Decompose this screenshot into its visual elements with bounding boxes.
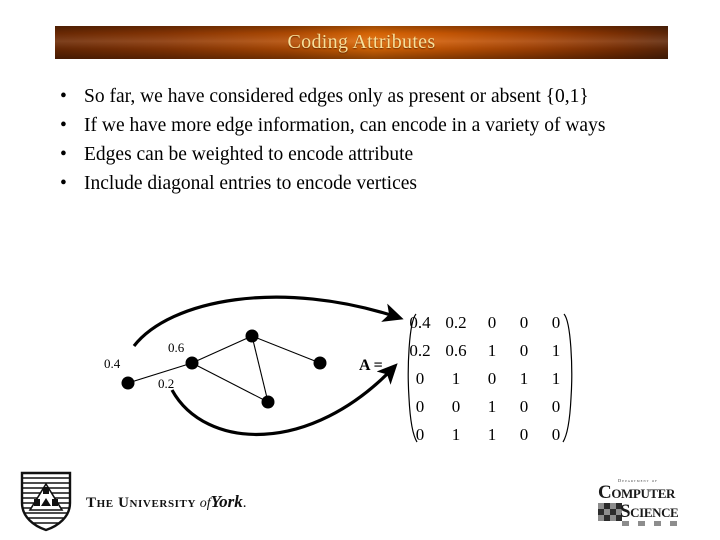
callout-arrow-top bbox=[132, 295, 404, 347]
matrix-cell-4-4: 0 bbox=[552, 425, 561, 444]
york-shield-icon bbox=[20, 471, 72, 532]
bullet-text-2: If we have more edge information, can en… bbox=[84, 115, 606, 136]
page-title: Coding Attributes bbox=[287, 31, 436, 53]
matrix-cell-4-3: 0 bbox=[520, 425, 529, 444]
matrix-cells: 0.4 0.2 0 0 0 0.2 0.6 1 0 1 0 1 0 1 1 0 … bbox=[409, 313, 560, 444]
graph-to-matrix-figure: 0.4 0.6 0.2 A = 0.4 0.2 0 0 0 0.2 0.6 1 … bbox=[0, 268, 720, 468]
slide-canvas: Coding Attributes • So far, we have cons… bbox=[0, 0, 720, 540]
matrix-cell-3-2: 1 bbox=[488, 397, 497, 416]
edge-weight-label-0: 0.4 bbox=[104, 356, 121, 371]
bullet-text-3: Edges can be weighted to encode attribut… bbox=[84, 144, 414, 165]
matrix-cell-1-4: 1 bbox=[552, 341, 561, 360]
matrix-cell-2-0: 0 bbox=[416, 369, 425, 388]
matrix-cell-0-2: 0 bbox=[488, 313, 497, 332]
graph-node-2 bbox=[185, 356, 199, 370]
matrix-cell-2-1: 1 bbox=[452, 369, 461, 388]
edge-weight-label-2: 0.2 bbox=[158, 376, 174, 391]
callout-arrow-bottom bbox=[170, 363, 398, 436]
bullet-text-1: So far, we have considered edges only as… bbox=[84, 86, 589, 107]
york-word-the: The bbox=[86, 495, 114, 511]
matrix-cell-3-1: 0 bbox=[452, 397, 461, 416]
matrix-cell-4-1: 1 bbox=[452, 425, 461, 444]
matrix-cell-3-0: 0 bbox=[416, 397, 425, 416]
bullet-item-2: • If we have more edge information, can … bbox=[50, 111, 680, 140]
matrix-bracket-right bbox=[562, 313, 573, 443]
bullet-item-1: • So far, we have considered edges only … bbox=[50, 82, 680, 111]
matrix-cell-1-0: 0.2 bbox=[409, 341, 430, 360]
bullet-item-4: • Include diagonal entries to encode ver… bbox=[50, 169, 680, 198]
bullet-list: • So far, we have considered edges only … bbox=[50, 82, 680, 198]
computer-science-logo: Department of Computer Science bbox=[596, 478, 692, 530]
york-word-university: University bbox=[118, 495, 197, 511]
matrix-cell-1-2: 1 bbox=[488, 341, 497, 360]
bullet-item-3: • Edges can be weighted to encode attrib… bbox=[50, 140, 680, 169]
university-of-york-logo: The University ofYork. bbox=[18, 470, 318, 532]
graph-edge-n2-n4 bbox=[191, 362, 269, 403]
edge-weight-label-1: 0.6 bbox=[168, 340, 185, 355]
matrix-cell-1-1: 0.6 bbox=[445, 341, 466, 360]
matrix-cell-3-3: 0 bbox=[520, 397, 529, 416]
matrix-cell-0-0: 0.4 bbox=[409, 313, 431, 332]
matrix-cell-0-1: 0.2 bbox=[445, 313, 466, 332]
cs-wordmark-science: Science bbox=[620, 501, 679, 522]
matrix-cell-2-2: 0 bbox=[488, 369, 497, 388]
graph-edge-n3-n4 bbox=[251, 335, 269, 403]
bullet-marker-icon: • bbox=[60, 115, 67, 136]
matrix-cell-2-3: 1 bbox=[520, 369, 529, 388]
matrix-cell-1-3: 0 bbox=[520, 341, 529, 360]
graph-edge-n3-n5 bbox=[251, 335, 321, 364]
graph-edges bbox=[127, 335, 321, 403]
matrix-cell-3-4: 0 bbox=[552, 397, 561, 416]
bullet-marker-icon: • bbox=[60, 86, 67, 107]
bullet-marker-icon: • bbox=[60, 144, 67, 165]
cs-wordmark-computer: Computer bbox=[598, 482, 675, 503]
bullet-text-4: Include diagonal entries to encode verti… bbox=[84, 173, 417, 194]
york-word-york: York bbox=[210, 492, 243, 511]
york-word-of: of bbox=[199, 496, 211, 511]
graph-nodes bbox=[121, 329, 327, 409]
graph-node-3 bbox=[245, 329, 259, 343]
matrix-cell-0-3: 0 bbox=[520, 313, 529, 332]
matrix-cell-0-4: 0 bbox=[552, 313, 561, 332]
bullet-marker-icon: • bbox=[60, 173, 67, 194]
slide-title-bar: Coding Attributes bbox=[55, 26, 668, 59]
graph-node-5 bbox=[313, 356, 327, 370]
graph-node-1 bbox=[121, 376, 135, 390]
graph-node-4 bbox=[261, 395, 275, 409]
university-wordmark: The University ofYork. bbox=[86, 492, 247, 511]
matrix-label: A = bbox=[359, 357, 383, 374]
matrix-cell-2-4: 1 bbox=[552, 369, 561, 388]
graph-edge-n2-n3 bbox=[191, 335, 253, 364]
matrix-cell-4-0: 0 bbox=[416, 425, 425, 444]
matrix-cell-4-2: 1 bbox=[488, 425, 497, 444]
